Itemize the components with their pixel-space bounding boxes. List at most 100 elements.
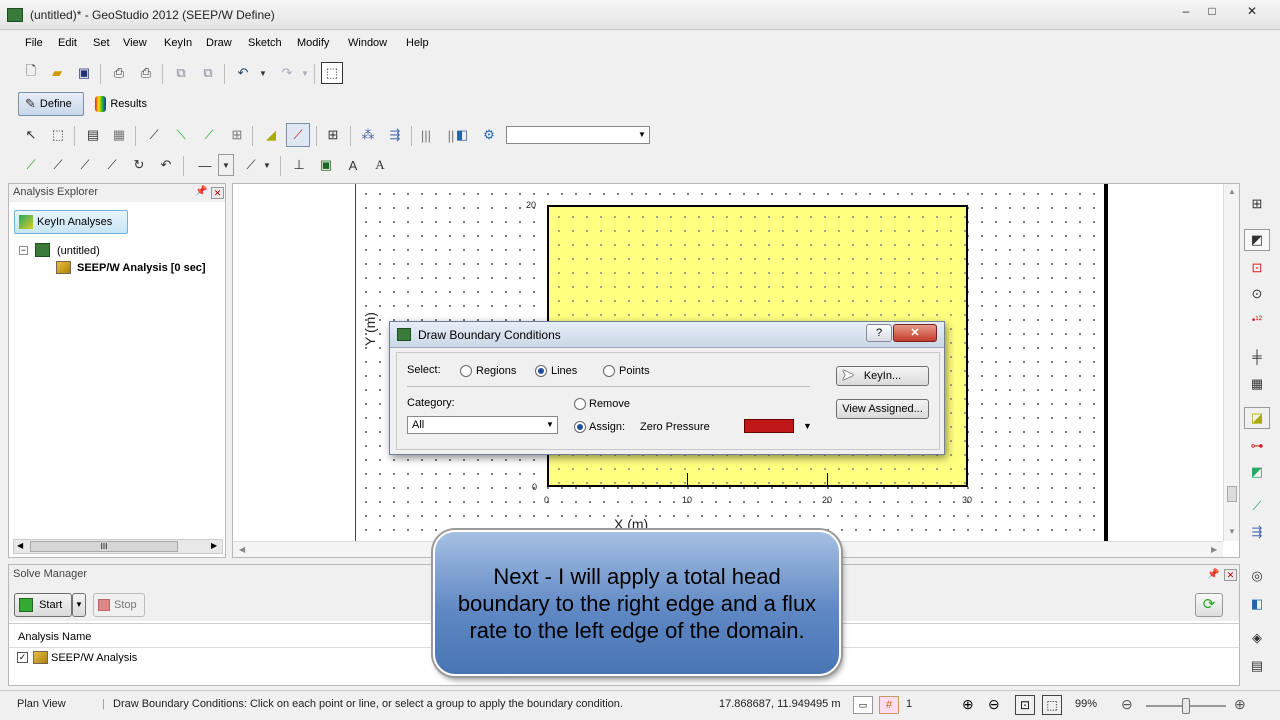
- view-3d-icon[interactable]: ◧: [451, 124, 473, 146]
- arc-icon[interactable]: ↶: [155, 154, 177, 176]
- print-preview-icon[interactable]: ⎙: [135, 62, 157, 84]
- view-selector-combo[interactable]: ▼: [506, 126, 650, 144]
- redo-dropdown-icon[interactable]: ▼: [294, 62, 316, 84]
- save-icon[interactable]: ▣: [73, 62, 95, 84]
- pin-icon[interactable]: 📌: [195, 186, 207, 197]
- print-icon[interactable]: ⎙: [108, 62, 130, 84]
- radio-lines[interactable]: [535, 365, 547, 377]
- zoom-objects-icon[interactable]: ⬚: [321, 62, 343, 84]
- scroll-up-icon[interactable]: ▲: [1228, 187, 1236, 196]
- zoom-in-icon[interactable]: ⊕: [962, 696, 974, 713]
- line-style-dropdown[interactable]: ▼: [218, 154, 234, 176]
- collapse-toggle[interactable]: −: [19, 246, 28, 255]
- ruler-icon[interactable]: ▭: [853, 696, 873, 714]
- draw-lines-icon[interactable]: ⟋: [198, 124, 220, 146]
- table-tool-icon[interactable]: ▤: [1244, 655, 1270, 677]
- sketch-arcs-icon[interactable]: ⟋: [101, 154, 123, 176]
- axes-icon[interactable]: ⊥: [288, 154, 310, 176]
- keyin-analyses-button[interactable]: KeyIn Analyses: [14, 210, 128, 234]
- point-numbers-icon[interactable]: •¹²: [1244, 309, 1270, 331]
- open-folder-icon[interactable]: ▰: [46, 62, 68, 84]
- grid-tool-icon[interactable]: ▦: [1244, 373, 1270, 395]
- view-assigned-button[interactable]: View Assigned...: [836, 399, 929, 419]
- copy-icon[interactable]: ⧉: [170, 62, 192, 84]
- view-tool-icon[interactable]: ◈: [1244, 627, 1270, 649]
- grid-spacing-value[interactable]: 1: [906, 698, 912, 710]
- radio-remove[interactable]: [574, 398, 586, 410]
- sketch-tool-icon[interactable]: ⟋: [1244, 495, 1270, 517]
- zoom-objects-icon[interactable]: ⬚: [1042, 695, 1062, 715]
- draw-lines-icon-2[interactable]: ⇶: [384, 124, 406, 146]
- close-panel-icon[interactable]: ✕: [1224, 569, 1237, 581]
- start-dropdown[interactable]: ▼: [72, 593, 86, 617]
- tree-child-label[interactable]: SEEP/W Analysis [0 sec]: [77, 262, 206, 274]
- pin-icon[interactable]: 📌: [1207, 569, 1219, 580]
- select-group-icon[interactable]: ⬚: [47, 124, 69, 146]
- menu-draw[interactable]: Draw: [206, 37, 232, 49]
- explorer-hscrollbar[interactable]: ◀ III ▶: [13, 539, 223, 554]
- water-tool-icon[interactable]: ◧: [1244, 593, 1270, 615]
- chevron-down-icon[interactable]: ▼: [803, 421, 812, 431]
- dialog-close-icon[interactable]: ✕: [893, 324, 937, 342]
- contour-tool-icon[interactable]: ◩: [1244, 461, 1270, 483]
- start-button[interactable]: Start: [14, 593, 72, 617]
- close-panel-icon[interactable]: ✕: [211, 187, 224, 199]
- rotate-icon[interactable]: ↻: [128, 154, 150, 176]
- bc-tool-icon[interactable]: ⊶: [1244, 435, 1270, 457]
- snap-grid-icon[interactable]: #: [879, 696, 899, 714]
- scroll-left-icon[interactable]: ◀: [17, 541, 23, 550]
- draw-boundary-conditions-icon[interactable]: ⟋: [286, 123, 310, 147]
- zoom-out-icon[interactable]: ⊖: [988, 696, 1000, 713]
- properties-icon[interactable]: ▦: [108, 124, 130, 146]
- scroll-thumb[interactable]: [1227, 486, 1237, 502]
- menu-sketch[interactable]: Sketch: [248, 37, 282, 49]
- radio-regions[interactable]: [460, 365, 472, 377]
- graph-tool-icon[interactable]: ◎: [1244, 565, 1270, 587]
- draw-regions-tool-icon[interactable]: ◩: [1244, 229, 1270, 251]
- select-arrow-icon[interactable]: ↖: [20, 124, 42, 146]
- zoom-decrease-icon[interactable]: ⊖: [1121, 696, 1133, 713]
- menu-edit[interactable]: Edit: [58, 37, 77, 49]
- scroll-right-icon[interactable]: ▶: [1211, 545, 1217, 554]
- define-mode-button[interactable]: ✎ Define: [18, 92, 84, 116]
- close-button[interactable]: ✕: [1230, 0, 1274, 22]
- zoom-slider[interactable]: [1146, 698, 1226, 714]
- draw-materials-icon[interactable]: ◢: [260, 124, 282, 146]
- menu-file[interactable]: File: [25, 37, 43, 49]
- radio-points[interactable]: [603, 365, 615, 377]
- menu-help[interactable]: Help: [406, 37, 429, 49]
- help-icon[interactable]: ?: [866, 324, 892, 342]
- view-options-icon[interactable]: ⚙: [478, 124, 500, 146]
- undo-icon[interactable]: ↶: [232, 62, 254, 84]
- point-tool-icon[interactable]: ⊙: [1244, 283, 1270, 305]
- material-tool-icon[interactable]: ◪: [1244, 407, 1270, 429]
- scroll-thumb[interactable]: III: [30, 541, 178, 552]
- zoom-page-icon[interactable]: ⊡: [1015, 695, 1035, 715]
- line-color-dropdown[interactable]: ▼: [260, 154, 274, 176]
- picture-icon[interactable]: ▣: [315, 154, 337, 176]
- sketch-polyline-icon[interactable]: ⟋: [47, 154, 69, 176]
- line-color-icon[interactable]: ⟋: [240, 154, 262, 176]
- draw-mesh-icon[interactable]: ⊞: [226, 124, 248, 146]
- menu-window[interactable]: Window: [348, 37, 387, 49]
- copy-geometry-icon[interactable]: ▤: [82, 124, 104, 146]
- sketch-circles-icon[interactable]: ⟋: [74, 154, 96, 176]
- boundary-color-swatch[interactable]: [744, 419, 794, 433]
- tree-root-label[interactable]: (untitled): [57, 245, 100, 257]
- draw-history-points-icon[interactable]: ⁂: [357, 124, 379, 146]
- scroll-down-icon[interactable]: ▼: [1228, 527, 1236, 536]
- flux-tool-icon[interactable]: ⇶: [1244, 521, 1270, 543]
- menu-view[interactable]: View: [123, 37, 147, 49]
- draw-flux-sections-icon[interactable]: ⊞: [322, 124, 344, 146]
- results-mode-button[interactable]: Results: [88, 92, 154, 116]
- analysis-checkbox[interactable]: ✓: [17, 652, 28, 663]
- line-style-icon[interactable]: —: [192, 154, 218, 176]
- sketch-lines-icon[interactable]: ⟋: [20, 154, 42, 176]
- draw-regions-icon[interactable]: ⟋: [143, 124, 165, 146]
- zoom-slider-thumb[interactable]: [1182, 698, 1190, 714]
- undo-dropdown-icon[interactable]: ▼: [252, 62, 274, 84]
- maximize-button[interactable]: □: [1196, 0, 1228, 22]
- number-points-icon[interactable]: ⊡: [1244, 257, 1270, 279]
- sketch-text-icon[interactable]: A: [342, 154, 364, 176]
- mesh-tool-icon[interactable]: ╪: [1244, 345, 1270, 367]
